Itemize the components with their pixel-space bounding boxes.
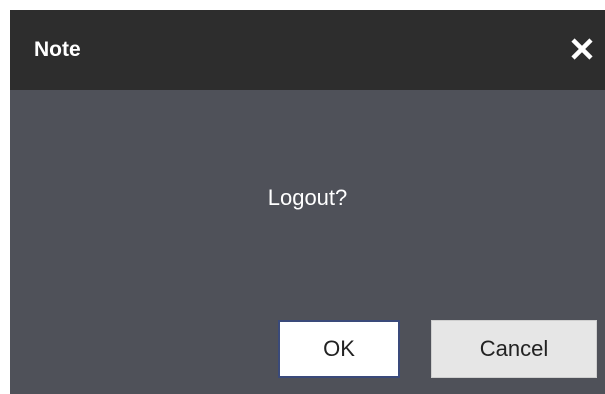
logout-dialog: Note Logout? OK Cancel: [10, 10, 605, 394]
close-icon: [571, 38, 593, 60]
ok-button[interactable]: OK: [278, 320, 400, 378]
dialog-title: Note: [34, 38, 81, 61]
cancel-button[interactable]: Cancel: [431, 320, 597, 378]
close-button[interactable]: [565, 32, 599, 66]
dialog-titlebar: Note: [10, 10, 605, 90]
dialog-message: Logout?: [267, 185, 348, 210]
